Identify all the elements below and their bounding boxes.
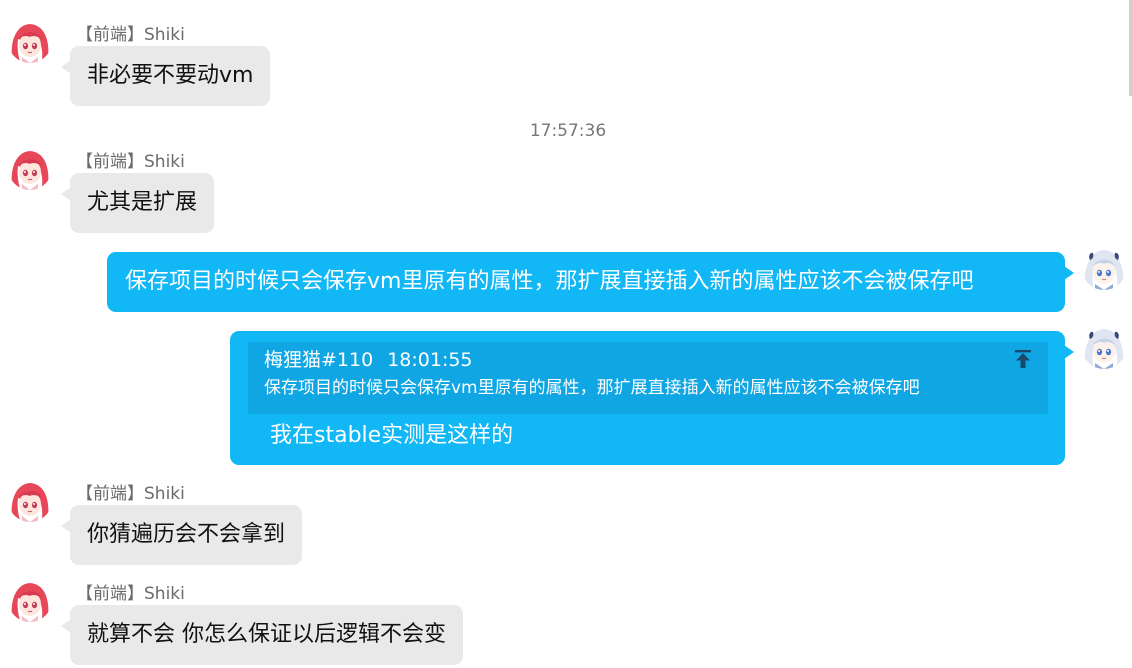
pink-hair-avatar-icon bbox=[8, 146, 52, 190]
message-text: 就算不会 你怎么保证以后逻辑不会变 bbox=[87, 622, 446, 647]
sender-name: 【前端】Shiki bbox=[76, 152, 185, 172]
pink-hair-avatar-icon bbox=[8, 19, 52, 63]
message-bubble[interactable]: 就算不会 你怎么保证以后逻辑不会变 bbox=[61, 605, 463, 665]
message-bubble[interactable]: 尤其是扩展 bbox=[60, 173, 215, 233]
pink-hair-avatar-icon bbox=[8, 578, 52, 622]
sender-name: 【前端】Shiki bbox=[76, 25, 185, 45]
sender-name: 【前端】Shiki bbox=[76, 484, 185, 504]
message-bubble-outgoing[interactable]: 保存项目的时候只会保存vm里原有的属性，那扩展直接插入新的属性应该不会被保存吧 bbox=[107, 252, 1074, 312]
quote-author: 梅狸猫#110 bbox=[264, 349, 374, 371]
quote-header: 梅狸猫#110 18:01:55 bbox=[264, 348, 473, 372]
timestamp-divider: 17:57:36 bbox=[529, 121, 607, 141]
message-bubble[interactable]: 你猜遍历会不会拿到 bbox=[60, 505, 303, 565]
avatar[interactable] bbox=[8, 146, 52, 190]
white-hair-avatar-icon bbox=[1082, 325, 1126, 369]
sender-name: 【前端】Shiki bbox=[76, 584, 185, 604]
avatar[interactable] bbox=[8, 478, 52, 522]
quote-time: 18:01:55 bbox=[387, 349, 473, 371]
message-text: 你猜遍历会不会拿到 bbox=[87, 522, 286, 547]
avatar[interactable] bbox=[1082, 325, 1126, 369]
quoted-message[interactable]: 梅狸猫#110 18:01:55 保存项目的时候只会保存vm里原有的属性，那扩展直… bbox=[248, 342, 1048, 414]
avatar[interactable] bbox=[1082, 246, 1126, 290]
avatar[interactable] bbox=[8, 19, 52, 63]
chat-window: 【前端】Shiki 非必要不要动vm 17:57:36 【前端】Shiki 尤其… bbox=[0, 0, 1132, 668]
message-text: 非必要不要动vm bbox=[87, 63, 254, 88]
message-bubble-reply[interactable]: 梅狸猫#110 18:01:55 保存项目的时候只会保存vm里原有的属性，那扩展直… bbox=[230, 331, 1074, 465]
jump-to-original-icon[interactable] bbox=[1012, 348, 1034, 370]
white-hair-avatar-icon bbox=[1082, 246, 1126, 290]
quote-text: 保存项目的时候只会保存vm里原有的属性，那扩展直接插入新的属性应该不会被保存吧 bbox=[264, 378, 920, 398]
message-text: 保存项目的时候只会保存vm里原有的属性，那扩展直接插入新的属性应该不会被保存吧 bbox=[125, 269, 974, 294]
avatar[interactable] bbox=[8, 578, 52, 622]
message-bubble[interactable]: 非必要不要动vm bbox=[60, 46, 271, 106]
pink-hair-avatar-icon bbox=[8, 478, 52, 522]
message-text: 尤其是扩展 bbox=[87, 190, 198, 215]
message-text: 我在stable实测是这样的 bbox=[270, 423, 514, 448]
